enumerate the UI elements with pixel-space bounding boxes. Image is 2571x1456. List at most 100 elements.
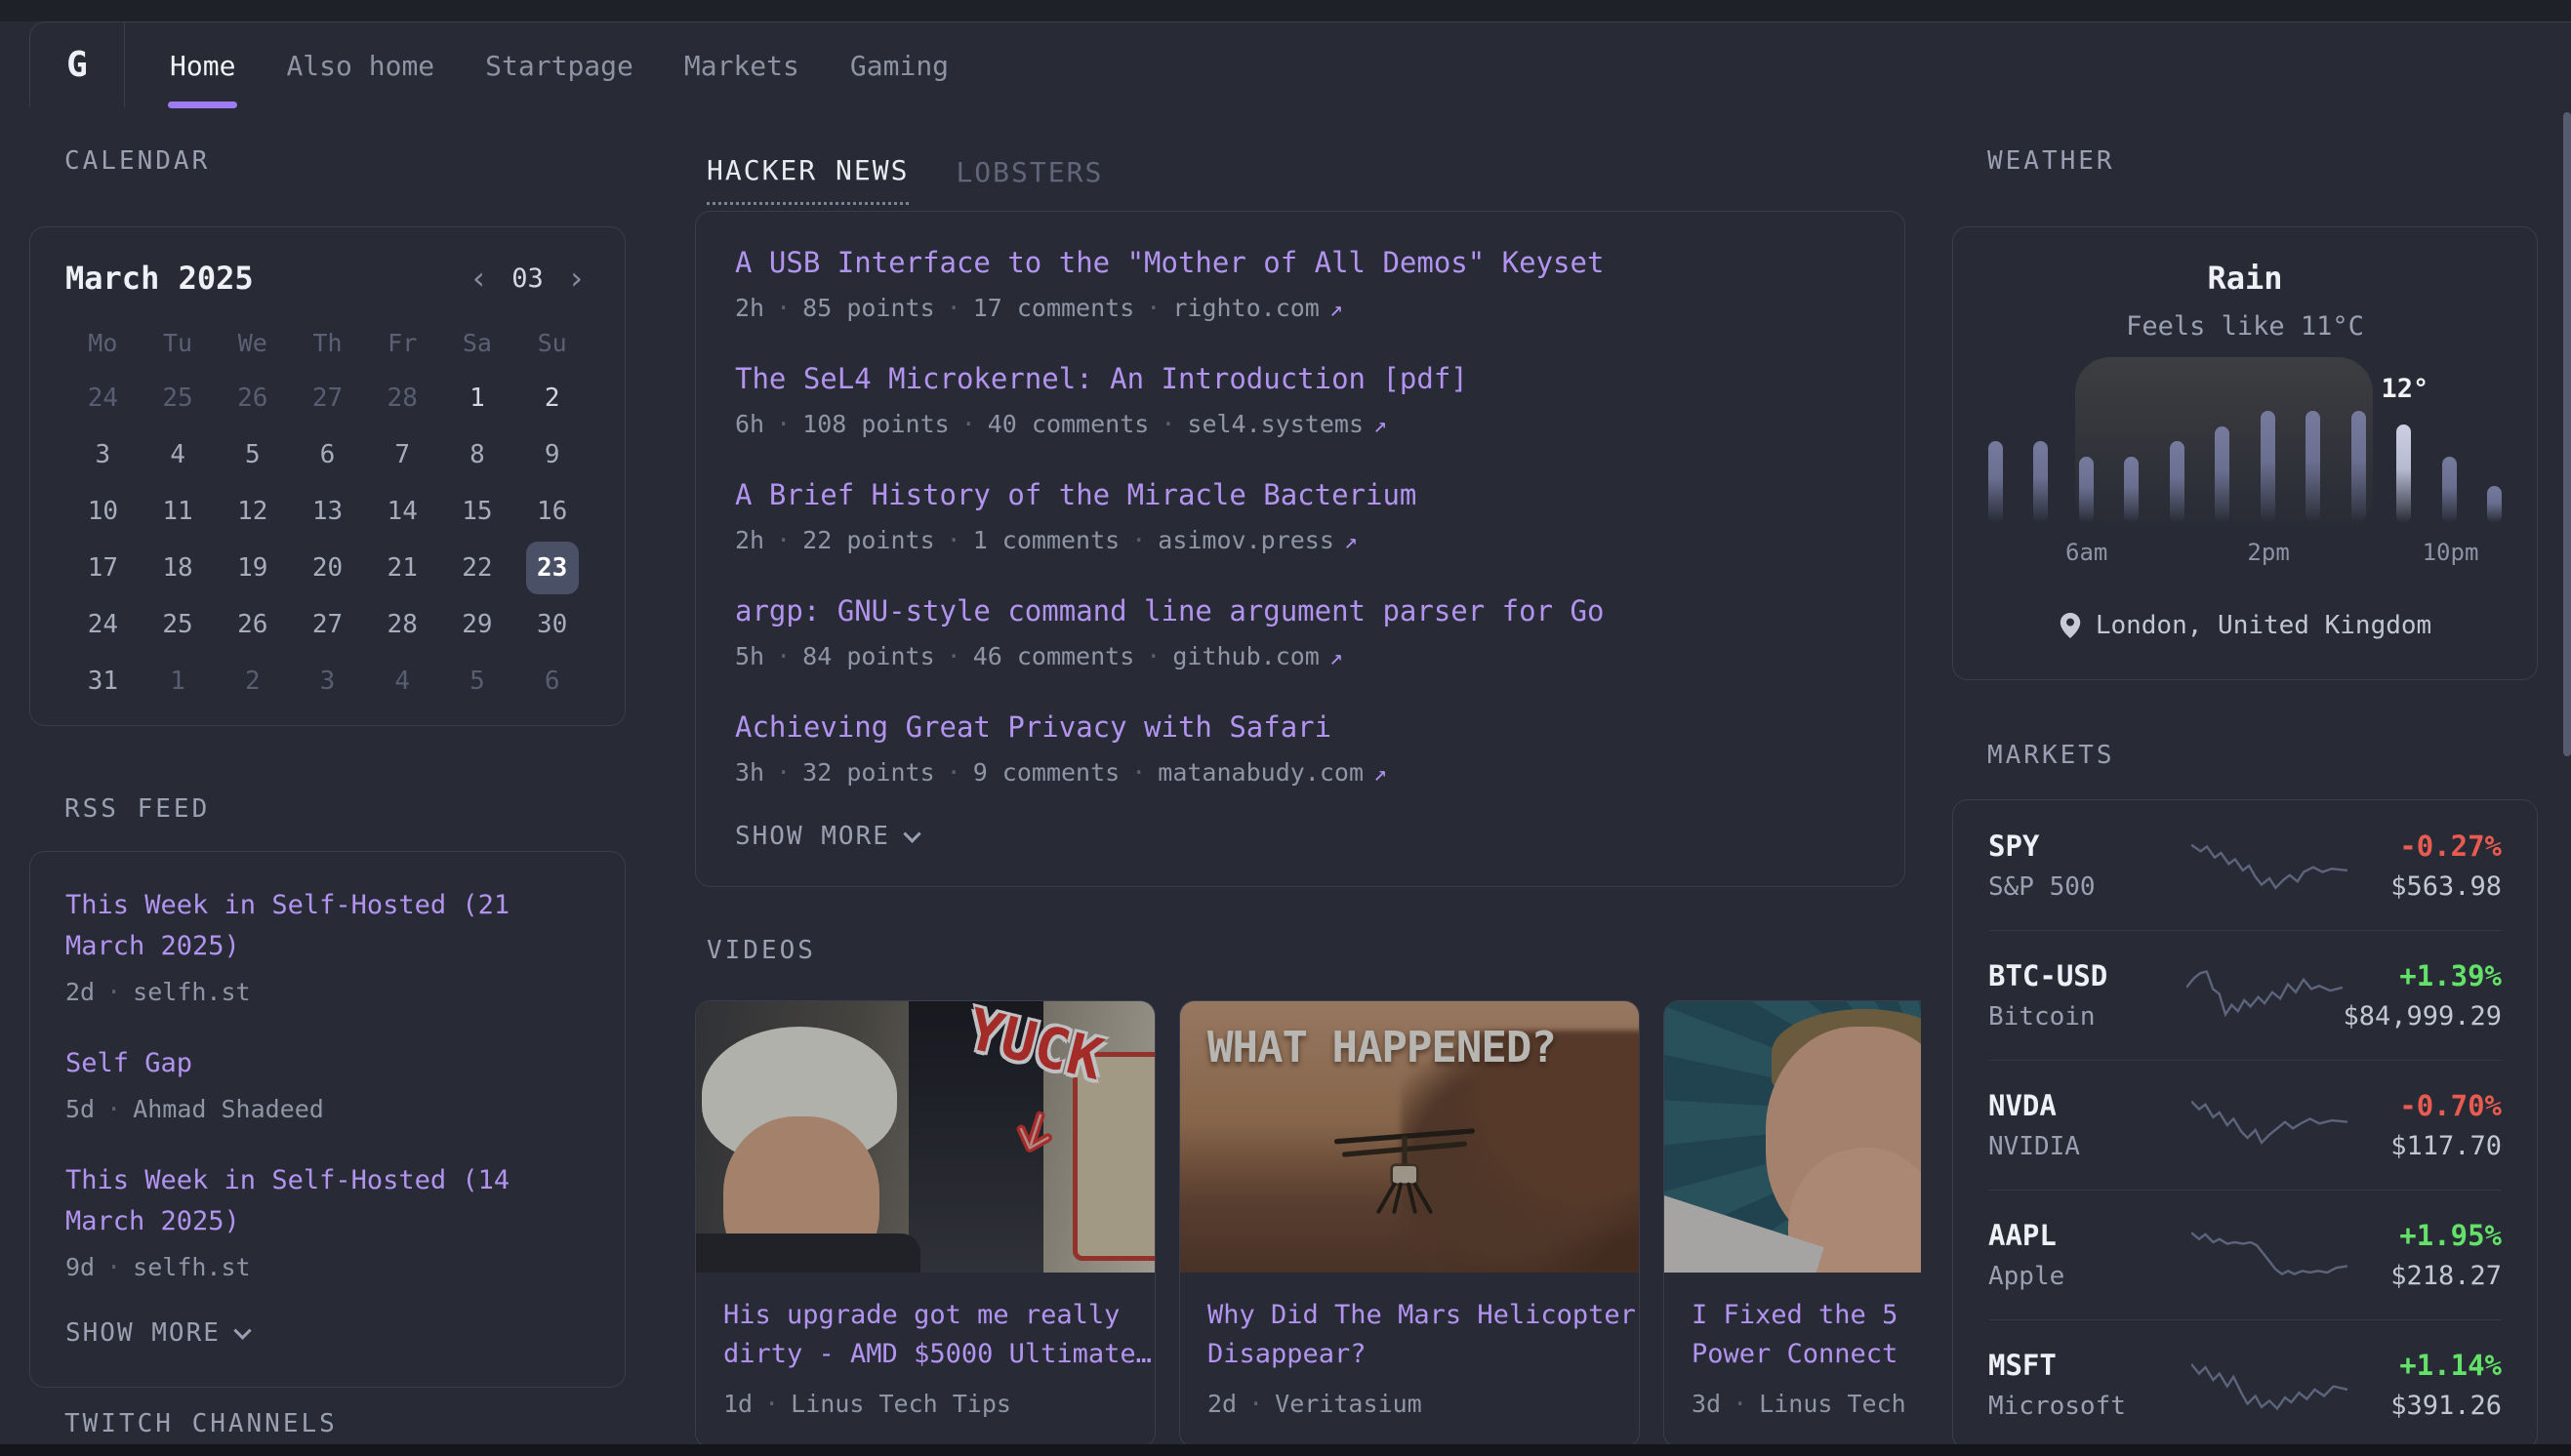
calendar-day[interactable]: 27 — [301, 598, 353, 651]
video-title[interactable]: Disappear? — [1207, 1335, 1612, 1374]
calendar-day[interactable]: 27 — [301, 372, 353, 425]
calendar-day[interactable]: 18 — [151, 542, 204, 594]
news-item-points: 22 points — [802, 526, 934, 554]
calendar-day[interactable]: 9 — [526, 428, 579, 481]
calendar-next-icon[interactable]: › — [563, 263, 590, 294]
rss-item-link[interactable]: This Week in Self-Hosted (21 March 2025) — [65, 885, 590, 967]
calendar-day[interactable]: 4 — [376, 655, 428, 708]
calendar-day[interactable]: 2 — [526, 372, 579, 425]
news-item-source-link[interactable]: matanabudy.com↗ — [1158, 758, 1387, 787]
video-card[interactable]: DO TH T I Fixed the 5 Power Connect 3d·L… — [1663, 1000, 1921, 1444]
calendar-day[interactable]: 11 — [151, 485, 204, 538]
news-tab[interactable]: LOBSTERS — [956, 154, 1103, 205]
nav-item[interactable]: Markets — [684, 22, 799, 108]
calendar-day[interactable]: 30 — [526, 598, 579, 651]
calendar-day[interactable]: 5 — [451, 655, 504, 708]
calendar-day[interactable]: 31 — [76, 655, 129, 708]
calendar-day[interactable]: 26 — [226, 372, 279, 425]
calendar-weekday-row: Mo Tu We Th Fr Sa Su — [65, 323, 590, 362]
calendar-day[interactable]: 1 — [451, 372, 504, 425]
calendar-day[interactable]: 28 — [376, 598, 428, 651]
news-item-source-link[interactable]: righto.com↗ — [1172, 294, 1342, 322]
calendar-day[interactable]: 10 — [76, 485, 129, 538]
news-item-age: 5h — [735, 642, 764, 670]
calendar-day[interactable]: 24 — [76, 598, 129, 651]
dot-separator: · — [776, 758, 791, 787]
news-item-link[interactable]: Achieving Great Privacy with Safari — [735, 706, 1865, 748]
calendar-day[interactable]: 4 — [151, 428, 204, 481]
calendar-day[interactable]: 3 — [76, 428, 129, 481]
market-change: +1.39% — [2343, 957, 2502, 994]
calendar-month-number: 03 — [511, 263, 544, 294]
rss-item-link[interactable]: Self Gap — [65, 1043, 590, 1084]
video-card[interactable]: WHAT HAPPENED? Why Did The Mars Helicopt… — [1179, 1000, 1640, 1444]
video-title[interactable]: His upgrade got me really — [723, 1296, 1127, 1335]
calendar-day[interactable]: 13 — [301, 485, 353, 538]
logo[interactable]: G — [30, 22, 125, 107]
nav-item[interactable]: Also home — [286, 22, 434, 108]
calendar-day[interactable]: 7 — [376, 428, 428, 481]
news-item-source-link[interactable]: github.com↗ — [1172, 642, 1342, 670]
news-item-source: asimov.press — [1158, 526, 1334, 554]
calendar-day[interactable]: 29 — [451, 598, 504, 651]
video-thumbnail[interactable]: YUCK — [696, 1001, 1155, 1273]
calendar-day[interactable]: 12 — [226, 485, 279, 538]
calendar-day[interactable]: 1 — [151, 655, 204, 708]
video-card[interactable]: YUCK His upgrade got me really dirty - A… — [695, 1000, 1156, 1444]
calendar-day[interactable]: 5 — [226, 428, 279, 481]
calendar-prev-icon[interactable]: ‹ — [466, 263, 492, 294]
news-item-source-link[interactable]: sel4.systems↗ — [1187, 410, 1386, 438]
thumbnail-overlay-text: YUCK — [961, 1001, 1110, 1093]
news-item-source-link[interactable]: asimov.press↗ — [1158, 526, 1357, 554]
dot-separator: · — [106, 1095, 121, 1123]
market-row[interactable]: SPY S&P 500 -0.27% $563.98 — [1988, 800, 2502, 930]
calendar-day[interactable]: 17 — [76, 542, 129, 594]
calendar-day[interactable]: 15 — [451, 485, 504, 538]
calendar-day[interactable]: 25 — [151, 372, 204, 425]
rss-show-more-button[interactable]: SHOW MORE — [65, 1318, 249, 1348]
video-title[interactable]: Why Did The Mars Helicopter — [1207, 1296, 1612, 1335]
nav-item[interactable]: Gaming — [850, 22, 949, 108]
market-name: S&P 500 — [1988, 870, 2191, 904]
news-item-meta: 3h·32 points·9 comments·matanabudy.com↗ — [735, 756, 1865, 790]
news-tab[interactable]: HACKER NEWS — [707, 154, 909, 205]
news-item-link[interactable]: The SeL4 Microkernel: An Introduction [p… — [735, 357, 1865, 400]
calendar-day[interactable]: 26 — [226, 598, 279, 651]
market-row[interactable]: BTC-USD Bitcoin +1.39% $84,999.29 — [1988, 930, 2502, 1060]
calendar-day[interactable]: 3 — [301, 655, 353, 708]
news-item-link[interactable]: argp: GNU-style command line argument pa… — [735, 589, 1865, 632]
market-row[interactable]: AAPL Apple +1.95% $218.27 — [1988, 1190, 2502, 1319]
calendar-day[interactable]: 19 — [226, 542, 279, 594]
news-item-link[interactable]: A USB Interface to the "Mother of All De… — [735, 241, 1865, 284]
calendar-month-label: March 2025 — [65, 257, 254, 300]
calendar-day[interactable]: 6 — [526, 655, 579, 708]
market-row[interactable]: NVDA NVIDIA -0.70% $117.70 — [1988, 1060, 2502, 1190]
chevron-down-icon — [233, 1321, 251, 1339]
news-show-more-button[interactable]: SHOW MORE — [735, 822, 918, 851]
calendar-weekday: Sa — [440, 323, 515, 362]
calendar-day[interactable]: 8 — [451, 428, 504, 481]
calendar-day[interactable]: 23 — [526, 542, 579, 594]
rss-item-link[interactable]: This Week in Self-Hosted (14 March 2025) — [65, 1160, 590, 1242]
calendar-day[interactable]: 2 — [226, 655, 279, 708]
calendar-day[interactable]: 25 — [151, 598, 204, 651]
video-title[interactable]: I Fixed the 5 — [1692, 1296, 1921, 1335]
video-thumbnail[interactable]: WHAT HAPPENED? — [1180, 1001, 1639, 1273]
calendar-day[interactable]: 21 — [376, 542, 428, 594]
calendar-day[interactable]: 28 — [376, 372, 428, 425]
calendar-day[interactable]: 16 — [526, 485, 579, 538]
news-item-link[interactable]: A Brief History of the Miracle Bacterium — [735, 473, 1865, 516]
calendar-day[interactable]: 24 — [76, 372, 129, 425]
dot-separator: · — [961, 410, 976, 438]
video-thumbnail[interactable]: DO TH T — [1664, 1001, 1921, 1273]
calendar-day[interactable]: 6 — [301, 428, 353, 481]
market-row[interactable]: MSFT Microsoft +1.14% $391.26 — [1988, 1319, 2502, 1449]
scrollbar[interactable] — [2563, 112, 2571, 756]
nav-item[interactable]: Home — [170, 22, 235, 108]
calendar-day[interactable]: 14 — [376, 485, 428, 538]
nav-item[interactable]: Startpage — [485, 22, 633, 108]
calendar-day[interactable]: 20 — [301, 542, 353, 594]
calendar-day[interactable]: 22 — [451, 542, 504, 594]
video-title[interactable]: Power Connect — [1692, 1335, 1921, 1374]
video-title[interactable]: dirty - AMD $5000 Ultimate… — [723, 1335, 1127, 1374]
